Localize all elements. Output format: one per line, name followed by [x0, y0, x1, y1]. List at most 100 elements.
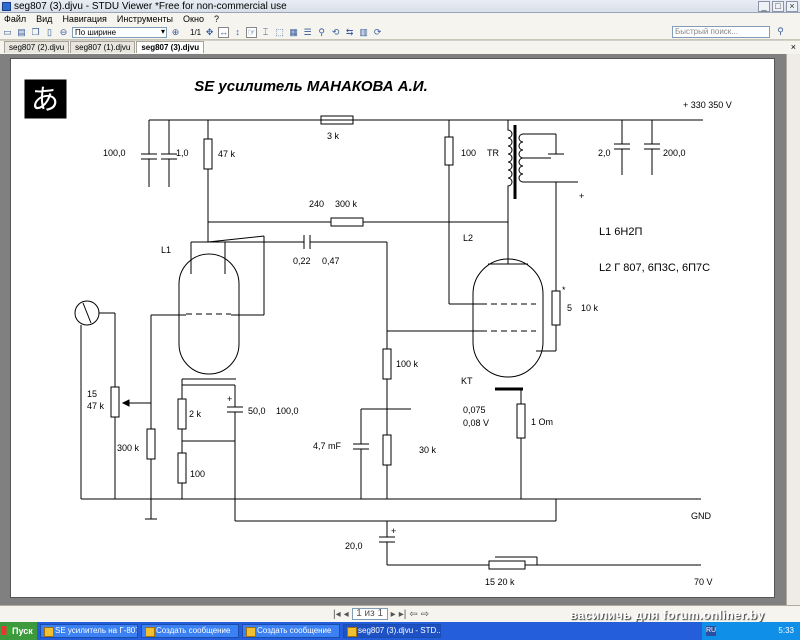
label-c100b: 100,0 — [276, 406, 299, 416]
start-button[interactable]: Пуск — [0, 622, 37, 640]
label-1520k: 15 20 k — [485, 577, 515, 587]
label-30k: 30 k — [419, 445, 437, 455]
toolbar: ▭ ▤ ❐ ▯ ⊖ По ширине ⊕ 1/1 ✥ ↔ ↕ ☞ ⌶ ⬚ ▦ … — [0, 25, 800, 40]
schematic-diagram: あ SE усилитель МАНАКОВА А.И. + 330 350 V… — [24, 78, 732, 587]
label-pot-47k: 47 k — [87, 401, 105, 411]
open-icon[interactable]: ▭ — [2, 27, 13, 38]
label-47k: 47 k — [218, 149, 236, 159]
label-70v: 70 V — [694, 577, 713, 587]
menu-help[interactable]: ? — [214, 13, 219, 25]
label-300k-grid: 300 k — [117, 443, 140, 453]
label-10k: 10 k — [581, 303, 599, 313]
print-icon[interactable]: ▤ — [16, 27, 27, 38]
page-icon[interactable]: ▯ — [44, 27, 55, 38]
legend-l2: L2 Г 807, 6П3С, 6П7С — [599, 262, 710, 274]
clock: 5:33 — [778, 626, 794, 635]
hand-tool-icon[interactable]: ☞ — [246, 26, 258, 38]
label-c100: 100,0 — [103, 148, 126, 158]
resistor-100 — [444, 136, 454, 166]
label-100: 100 — [461, 148, 476, 158]
rotate-icon[interactable]: ⟲ — [330, 27, 341, 38]
document-page: あ SE усилитель МАНАКОВА А.И. + 330 350 V… — [10, 58, 775, 598]
label-plus-tr: + — [579, 191, 584, 201]
select-area-icon[interactable]: ⬚ — [274, 27, 285, 38]
fit-height-icon[interactable]: ↕ — [232, 27, 243, 38]
layout-icon[interactable]: ▥ — [358, 27, 369, 38]
resistor-47k — [203, 138, 213, 170]
page-number-field[interactable]: 1 из 1 — [351, 608, 388, 620]
taskbar-item-stdu[interactable]: seg807 (3).djvu - STD... — [343, 624, 441, 638]
label-l2: L2 — [463, 233, 473, 243]
minimize-button[interactable]: _ — [758, 1, 770, 12]
logo-glyph: あ — [31, 84, 59, 115]
label-008: 0,08 V — [463, 418, 489, 428]
swap-icon[interactable]: ⇆ — [344, 27, 355, 38]
thumbnail-icon[interactable]: ▦ — [288, 27, 299, 38]
zoom-select[interactable]: По ширине — [72, 26, 167, 38]
zoom-in-icon[interactable]: ⊕ — [170, 27, 181, 38]
label-kt: KT — [461, 376, 473, 386]
menu-view[interactable]: Вид — [36, 13, 52, 25]
resistor-10k — [551, 290, 561, 326]
resistor-300k — [330, 217, 364, 227]
label-star: * — [562, 285, 566, 295]
menu-navigation[interactable]: Навигация — [62, 13, 106, 25]
resistor-100k — [382, 348, 392, 380]
label-tr: TR — [487, 148, 499, 158]
legend-l1: L1 6Н2П — [599, 226, 642, 238]
search-go-icon[interactable]: ⚲ — [775, 26, 786, 37]
watermark-text: василичь для forum.onliner.by — [570, 608, 765, 622]
refresh-icon[interactable]: ⟳ — [372, 27, 383, 38]
copy-icon[interactable]: ❐ — [30, 27, 41, 38]
taskbar-item-message-1[interactable]: Создать сообщение — [141, 624, 239, 638]
vertical-scrollbar[interactable] — [786, 54, 800, 605]
menu-file[interactable]: Файл — [4, 13, 26, 25]
label-300k: 300 k — [335, 199, 358, 209]
document-tabs: seg807 (2).djvu seg807 (1).djvu seg807 (… — [0, 41, 800, 54]
close-tab-icon[interactable]: × — [791, 42, 796, 52]
forward-icon[interactable]: ⇨ — [421, 609, 429, 620]
transformer-primary — [507, 120, 513, 226]
resistor-30k — [382, 434, 392, 466]
menu-window[interactable]: Окно — [183, 13, 204, 25]
label-l1: L1 — [161, 245, 171, 255]
tab-seg807-3[interactable]: seg807 (3).djvu — [136, 41, 205, 53]
document-viewer[interactable]: あ SE усилитель МАНАКОВА А.И. + 330 350 V… — [0, 54, 800, 605]
label-c50: 50,0 — [248, 406, 266, 416]
window-title: seg807 (3).djvu - STDU Viewer *Free for … — [14, 1, 287, 12]
find-icon[interactable]: ⚲ — [316, 27, 327, 38]
menu-bar: Файл Вид Навигация Инструменты Окно ? — [0, 13, 800, 25]
potentiometer-47k — [110, 386, 120, 418]
resistor-1520k — [488, 560, 526, 570]
tab-seg807-1[interactable]: seg807 (1).djvu — [70, 41, 136, 53]
language-indicator[interactable]: RU — [706, 626, 716, 636]
select-text-icon[interactable]: ⌶ — [260, 27, 271, 38]
taskbar-item-message-2[interactable]: Создать сообщение — [242, 624, 340, 638]
tab-seg807-2[interactable]: seg807 (2).djvu — [4, 41, 70, 53]
fit-page-icon[interactable]: ✥ — [204, 27, 215, 38]
title-bar: seg807 (3).djvu - STDU Viewer *Free for … — [0, 0, 800, 13]
transformer-secondary — [518, 133, 524, 183]
taskbar-item-browser[interactable]: SE усилитель на Г-807 ... — [40, 624, 138, 638]
bookmarks-icon[interactable]: ☰ — [302, 27, 313, 38]
label-pot-15: 15 — [87, 389, 97, 399]
maximize-button[interactable]: □ — [772, 1, 784, 12]
prev-page-icon[interactable]: ◂ — [344, 609, 349, 620]
label-c47mf: 4,7 mF — [313, 441, 342, 451]
quick-search-input[interactable]: Быстрый поиск... — [672, 26, 770, 38]
next-page-icon[interactable]: ▸ — [391, 609, 396, 620]
menu-tools[interactable]: Инструменты — [117, 13, 173, 25]
label-240: 240 — [309, 199, 324, 209]
tube-l2 — [472, 258, 544, 378]
resistor-2k — [177, 398, 187, 430]
zoom-out-icon[interactable]: ⊖ — [58, 27, 69, 38]
last-page-icon[interactable]: ▸| — [399, 609, 407, 620]
supply-label: + 330 350 V — [683, 100, 732, 110]
back-icon[interactable]: ⇦ — [409, 609, 417, 620]
first-page-icon[interactable]: |◂ — [333, 609, 341, 620]
label-c2: 2,0 — [598, 148, 611, 158]
fit-width-icon[interactable]: ↔ — [218, 26, 230, 38]
label-c1: 1,0 — [176, 148, 189, 158]
label-2k: 2 k — [189, 409, 202, 419]
close-button[interactable]: × — [786, 1, 798, 12]
